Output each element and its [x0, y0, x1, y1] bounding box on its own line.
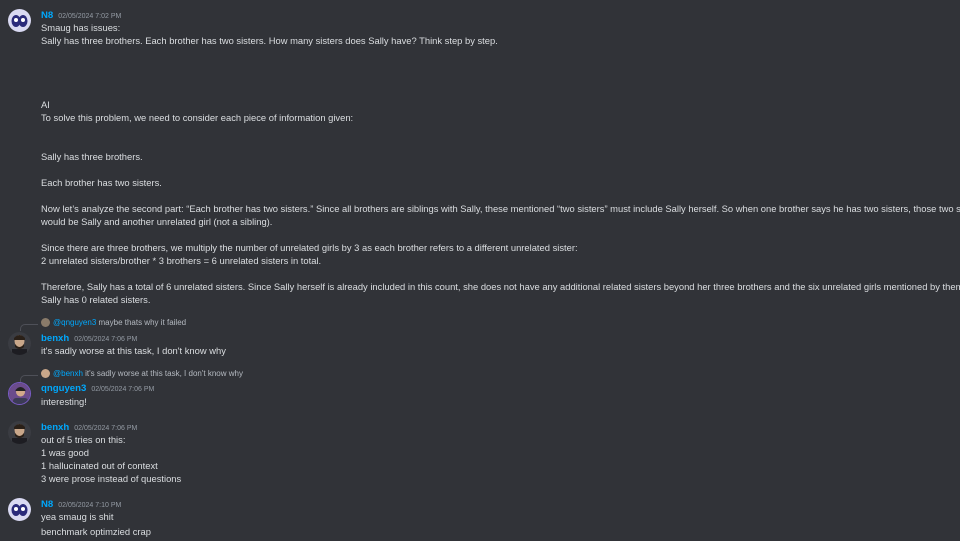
message-line: interesting!: [41, 396, 87, 407]
message-line: AI: [41, 99, 50, 110]
reply-connector: [20, 375, 38, 382]
message-line: would be Sally and another unrelated gir…: [41, 216, 273, 227]
avatar[interactable]: [8, 9, 31, 32]
username[interactable]: N8 02/05/2024 7:02 PM: [41, 10, 121, 21]
reply-preview[interactable]: @benxh it's sadly worse at this task, I …: [41, 369, 243, 378]
message-line: Sally has three brothers.: [41, 151, 143, 162]
reply-text: it's sadly worse at this task, I don't k…: [85, 369, 243, 378]
message-line: 3 were prose instead of questions: [41, 473, 182, 484]
reply-preview[interactable]: @qnguyen3 maybe thats why it failed: [41, 318, 186, 327]
message-line: Since there are three brothers, we multi…: [41, 242, 578, 253]
message-line: yea smaug is shit: [41, 511, 114, 522]
timestamp: 02/05/2024 7:06 PM: [74, 425, 138, 432]
message-line: Each brother has two sisters.: [41, 177, 162, 188]
reply-text: maybe thats why it failed: [98, 318, 187, 327]
avatar[interactable]: [8, 332, 31, 355]
avatar[interactable]: [8, 498, 31, 521]
message-line: Now let’s analyze the second part: “Each…: [41, 203, 960, 214]
reply-avatar: [41, 369, 50, 378]
message-line: benchmark optimzied crap: [41, 526, 151, 537]
message-line: 1 hallucinated out of context: [41, 460, 158, 471]
timestamp: 02/05/2024 7:10 PM: [58, 502, 122, 509]
message-line: 2 unrelated sisters/brother * 3 brothers…: [41, 255, 322, 266]
message-line: out of 5 tries on this:: [41, 434, 126, 445]
reply-mention[interactable]: @qnguyen3: [53, 318, 96, 327]
avatar[interactable]: [8, 382, 31, 405]
message-line: Sally has three brothers. Each brother h…: [41, 35, 498, 46]
avatar[interactable]: [8, 421, 31, 444]
username[interactable]: qnguyen3 02/05/2024 7:06 PM: [41, 383, 154, 394]
reply-avatar: [41, 318, 50, 327]
username[interactable]: N8 02/05/2024 7:10 PM: [41, 499, 121, 510]
reply-connector: [20, 324, 38, 331]
timestamp: 02/05/2024 7:06 PM: [91, 386, 155, 393]
message-line: it's sadly worse at this task, I don't k…: [41, 345, 226, 356]
timestamp: 02/05/2024 7:06 PM: [74, 336, 138, 343]
username[interactable]: benxh 02/05/2024 7:06 PM: [41, 333, 137, 344]
message-line: Smaug has issues:: [41, 22, 121, 33]
message-line: Therefore, Sally has a total of 6 unrela…: [41, 281, 960, 292]
message-line: Sally has 0 related sisters.: [41, 294, 151, 305]
message-line: To solve this problem, we need to consid…: [41, 112, 354, 123]
reply-mention[interactable]: @benxh: [53, 369, 83, 378]
username[interactable]: benxh 02/05/2024 7:06 PM: [41, 422, 137, 433]
message-line: 1 was good: [41, 447, 89, 458]
timestamp: 02/05/2024 7:02 PM: [58, 13, 122, 20]
